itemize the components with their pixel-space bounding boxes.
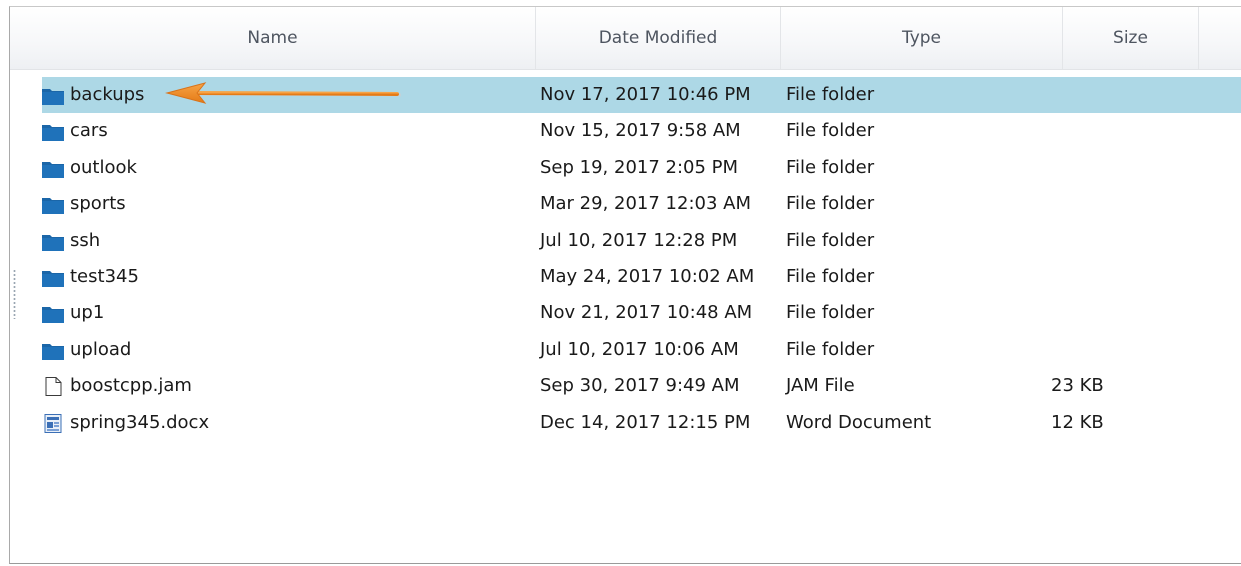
folder-icon bbox=[42, 195, 64, 215]
file-date-modified: Nov 17, 2017 10:46 PM bbox=[540, 84, 751, 105]
column-header-filler bbox=[1199, 7, 1241, 69]
file-date-modified: Nov 21, 2017 10:48 AM bbox=[540, 302, 753, 324]
file-name: sports bbox=[70, 193, 126, 215]
file-row[interactable]: backups Nov 17, 2017 10:46 PM File folder bbox=[42, 77, 1241, 113]
column-header-size-label: Size bbox=[1113, 28, 1148, 48]
file-name: test345 bbox=[70, 266, 139, 287]
file-type: File folder bbox=[786, 156, 875, 178]
file-type: File folder bbox=[786, 120, 875, 142]
folder-icon bbox=[42, 159, 64, 178]
file-row[interactable]: spring345.docx Dec 14, 2017 12:15 PM Word … bbox=[42, 405, 1241, 441]
column-header-type[interactable]: Type bbox=[781, 7, 1063, 69]
file-date-modified: Jul 10, 2017 12:28 PM bbox=[540, 229, 738, 251]
file-size: 23 KB bbox=[1051, 375, 1104, 397]
file-icon bbox=[42, 377, 64, 397]
file-list-panel: Name Date Modified Type Size backups Nov … bbox=[9, 6, 1241, 564]
file-name: outlook bbox=[70, 156, 137, 178]
column-header-date-modified[interactable]: Date Modified bbox=[536, 7, 781, 69]
file-name: cars bbox=[70, 120, 108, 142]
file-date-modified: Jul 10, 2017 10:06 AM bbox=[540, 338, 739, 360]
folder-icon bbox=[42, 304, 64, 324]
file-date-modified: Sep 30, 2017 9:49 AM bbox=[540, 375, 740, 397]
file-name: spring345.docx bbox=[70, 411, 210, 433]
folder-icon bbox=[42, 232, 64, 251]
file-row[interactable]: up1 Nov 21, 2017 10:48 AM File folder bbox=[42, 295, 1241, 331]
file-name: backups bbox=[70, 84, 145, 105]
file-type: File folder bbox=[786, 266, 875, 287]
file-row[interactable]: sports Mar 29, 2017 12:03 AM File folder bbox=[42, 186, 1241, 222]
folder-icon bbox=[42, 122, 64, 142]
file-type: File folder bbox=[786, 229, 875, 251]
folder-icon bbox=[42, 341, 64, 360]
file-date-modified: Dec 14, 2017 12:15 PM bbox=[540, 411, 751, 433]
file-type: File folder bbox=[786, 193, 875, 215]
resize-grip[interactable] bbox=[13, 269, 16, 319]
file-type: Word Document bbox=[786, 411, 932, 433]
file-date-modified: Sep 19, 2017 2:05 PM bbox=[540, 156, 739, 178]
file-type: File folder bbox=[786, 338, 875, 360]
column-header-name[interactable]: Name bbox=[10, 7, 536, 69]
column-header-size[interactable]: Size bbox=[1063, 7, 1199, 69]
file-name: ssh bbox=[70, 229, 101, 251]
file-date-modified: Mar 29, 2017 12:03 AM bbox=[540, 193, 751, 215]
file-row[interactable]: outlook Sep 19, 2017 2:05 PM File folder bbox=[42, 150, 1241, 186]
word-document-icon bbox=[42, 413, 64, 433]
folder-icon bbox=[42, 268, 64, 287]
file-date-modified: May 24, 2017 10:02 AM bbox=[540, 266, 755, 287]
file-type: JAM File bbox=[786, 375, 855, 397]
file-type: File folder bbox=[786, 84, 875, 105]
file-name: upload bbox=[70, 338, 132, 360]
file-name: up1 bbox=[70, 302, 105, 324]
file-name: boostcpp.jam bbox=[70, 375, 192, 397]
file-row[interactable]: boostcpp.jam Sep 30, 2017 9:49 AM JAM File… bbox=[42, 368, 1241, 404]
file-row[interactable]: upload Jul 10, 2017 10:06 AM File folder bbox=[42, 332, 1241, 368]
column-header-name-label: Name bbox=[247, 28, 298, 48]
column-header-bar: Name Date Modified Type Size bbox=[10, 7, 1241, 70]
file-date-modified: Nov 15, 2017 9:58 AM bbox=[540, 120, 741, 142]
folder-icon bbox=[42, 86, 64, 105]
column-header-type-label: Type bbox=[901, 28, 942, 48]
file-size: 12 KB bbox=[1051, 411, 1104, 433]
file-row[interactable]: test345 May 24, 2017 10:02 AM File folder bbox=[42, 259, 1241, 295]
column-header-date-label: Date Modified bbox=[598, 28, 718, 48]
file-type: File folder bbox=[786, 302, 875, 324]
file-row[interactable]: ssh Jul 10, 2017 12:28 PM File folder bbox=[42, 223, 1241, 259]
file-row[interactable]: cars Nov 15, 2017 9:58 AM File folder bbox=[42, 113, 1241, 149]
